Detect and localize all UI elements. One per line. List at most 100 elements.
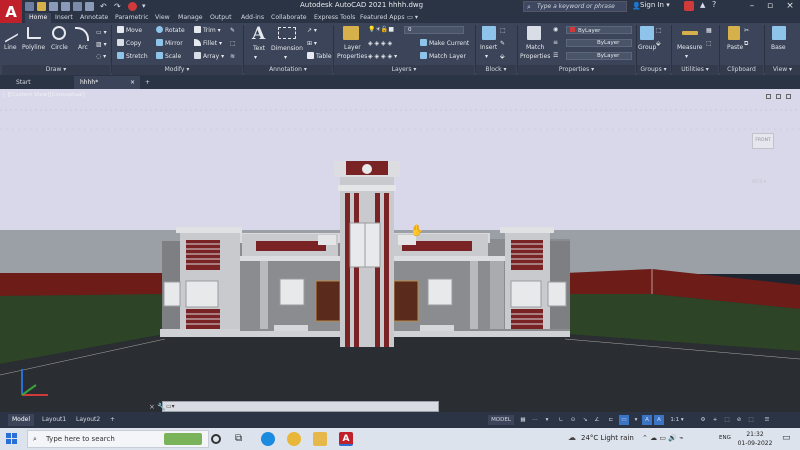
insert-dropdown-icon[interactable]: ▾ [485,52,488,61]
workspace-gear-icon[interactable]: ⚙ [698,415,708,425]
modify-panel-title[interactable]: Modify ▾ [112,65,242,75]
make-current-button[interactable]: Make Current [420,39,469,48]
hardware-accel-icon[interactable]: ⊘ [734,415,744,425]
cortana-icon[interactable] [211,434,221,444]
base-button[interactable]: Base [771,43,786,52]
tab-layout1[interactable]: Layout1 [38,414,70,426]
block-attribute-icon[interactable]: ⬙ [500,52,505,61]
hatch-icon[interactable]: ▨ ▾ [96,40,107,49]
match-layer-button[interactable]: Match Layer [420,52,466,61]
autocad-taskbar-icon[interactable]: A [339,432,353,446]
erase-icon[interactable]: ✎ [230,26,235,35]
annotation-visibility-icon[interactable]: A [642,415,652,425]
viewport-close-icon[interactable] [786,94,791,99]
help-icon[interactable]: ▲ [700,1,705,9]
viewcube[interactable]: FRONT [752,133,774,149]
paste-icon[interactable] [728,26,740,40]
command-close-icon[interactable]: × 🔧 [149,403,166,411]
edge-icon[interactable] [261,432,275,446]
system-clock[interactable]: 21:32 01-09-2022 [736,430,774,448]
save-icon[interactable] [49,2,58,11]
share-icon[interactable] [128,2,137,11]
select-all-icon[interactable]: ⬚ [706,39,712,48]
match-properties-label-2[interactable]: Properties [520,52,550,61]
create-block-icon[interactable]: ⬚ [500,26,506,35]
explode-icon[interactable]: ⬚ [230,39,236,48]
isolate-icon[interactable]: ⬚ [722,415,732,425]
arc-button[interactable]: Arc [78,43,88,52]
dimension-dropdown-icon[interactable]: ▾ [284,53,287,62]
qat-dropdown-icon[interactable]: ▾ [142,2,151,11]
mirror-button[interactable]: Mirror [156,39,183,48]
color-dropdown[interactable]: ByLayer [566,26,632,34]
wcs-menu[interactable]: WCS ▾ [752,180,766,185]
linetype-dropdown[interactable]: ByLayer [566,39,632,47]
tab-express-tools[interactable]: Express Tools [314,13,355,23]
taskbar-search-input[interactable]: ⌕ Type here to search [27,430,209,448]
grid-icon[interactable]: ▦ [518,415,528,425]
viewport-controls-label[interactable]: [-][Custom View][Conceptual] [3,92,85,98]
autodesk-store-icon[interactable] [684,1,694,11]
draw-extra-icon[interactable]: ▭ ▾ [96,28,107,37]
osnap-icon[interactable]: ∠ [592,415,602,425]
copy-clip-icon[interactable]: ⧉ [744,39,748,48]
snap-dropdown-icon[interactable]: ▾ [542,415,552,425]
isodraft-icon[interactable]: ↘ [580,415,590,425]
tab-add-ins[interactable]: Add-ins [241,13,264,23]
measure-icon[interactable] [682,31,698,35]
annotation-scale-dropdown[interactable]: 1:1 ▾ [668,415,686,425]
view-panel-title[interactable]: View ▾ [765,65,800,75]
ribbon-toggle-icon[interactable]: ▭ ▾ [407,13,418,23]
array-button[interactable]: Array ▾ [194,52,224,61]
tray-icons[interactable]: ⌃ ☁ ▭ 🔊 ⌁ [642,434,683,442]
draw-more-icon[interactable]: ◌ ▾ [96,52,106,61]
undo-icon[interactable]: ↶ [100,2,109,11]
text-dropdown-icon[interactable]: ▾ [254,53,257,62]
match-properties-label-1[interactable]: Match [526,43,544,52]
arc-icon[interactable] [75,27,89,41]
move-button[interactable]: Move [117,26,142,35]
tab-home[interactable]: Home [25,13,52,23]
groups-panel-title[interactable]: Groups ▾ [637,65,670,75]
dimension-icon[interactable] [278,27,296,39]
tab-collaborate[interactable]: Collaborate [271,13,307,23]
fillet-button[interactable]: Fillet ▾ [194,39,222,48]
cloud-icon[interactable] [73,2,82,11]
text-button[interactable]: Text [253,44,265,53]
layer-dropdown[interactable]: 0 [404,26,464,34]
polyline-icon[interactable] [27,27,41,39]
layer-tools-row1[interactable]: ◈ ◈ ◈ ◈ [368,39,392,48]
save-as-icon[interactable] [61,2,70,11]
chrome-icon[interactable] [287,432,301,446]
circle-icon[interactable] [52,26,66,40]
offset-icon[interactable]: ≋ [230,52,235,61]
stretch-button[interactable]: Stretch [117,52,148,61]
add-layout-button[interactable]: + [106,414,119,426]
layers-panel-title[interactable]: Layers ▾ [334,65,474,75]
annotation-panel-title[interactable]: Annotation ▾ [244,65,332,75]
customization-menu-icon[interactable]: ☰ [760,415,774,425]
notifications-icon[interactable]: ▭ [782,433,791,443]
tab-model[interactable]: Model [8,414,35,426]
tab-manage[interactable]: Manage [178,13,203,23]
layer-state-icons[interactable]: 💡☀🔓■ [368,25,394,34]
help-circle-icon[interactable]: ? [712,0,716,9]
insert-block-icon[interactable] [482,26,496,40]
color-wheel-icon[interactable]: ◉ [553,25,558,34]
leader-icon[interactable]: ↗ ▾ [307,26,317,35]
viewport-minimize-icon[interactable] [766,94,771,99]
weather-icon[interactable]: ☁ [568,433,576,442]
snap-icon[interactable]: ⋯ [530,415,540,425]
autoscale-icon[interactable]: A [654,415,664,425]
linetype-icon[interactable]: ≡ [553,38,558,47]
trim-button[interactable]: Trim ▾ [194,26,221,35]
properties-panel-title[interactable]: Properties ▾ [518,65,635,75]
insert-button[interactable]: Insert [480,43,497,52]
tab-drawing[interactable]: hhhh* × [74,76,140,89]
viewport-restore-icon[interactable] [776,94,781,99]
layer-properties-label-2[interactable]: Properties [337,52,367,61]
layer-properties-label-1[interactable]: Layer [344,43,361,52]
tab-insert[interactable]: Insert [55,13,73,23]
autocad-logo[interactable]: A [0,0,22,24]
cut-icon[interactable]: ✂ [744,26,749,35]
